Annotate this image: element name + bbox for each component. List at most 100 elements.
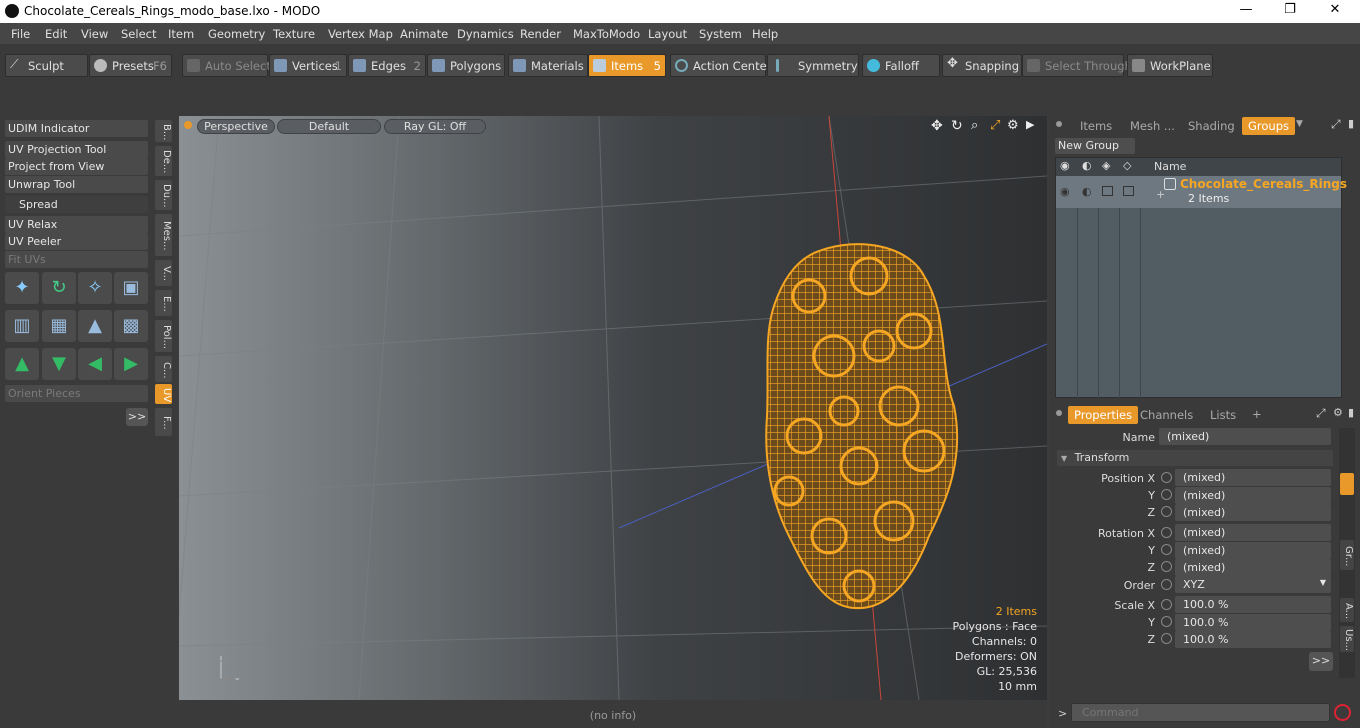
more-tools-button[interactable]: >> xyxy=(126,408,148,426)
rotation-z-key-icon[interactable] xyxy=(1161,561,1172,572)
orient-pieces-button[interactable]: Orient Pieces xyxy=(5,385,148,402)
rotate-view-icon[interactable]: ↻ xyxy=(951,118,963,134)
unwrap-tool-button[interactable]: Unwrap Tool xyxy=(5,176,148,193)
uv-transform-icon[interactable]: ✦ xyxy=(5,272,39,304)
align-up-icon[interactable]: ▲ xyxy=(5,348,39,380)
scale-x-field[interactable]: 100.0 % xyxy=(1175,596,1331,613)
visibility-eye-icon[interactable]: ◉ xyxy=(1060,185,1070,198)
tabs-dropdown-icon[interactable]: ▼ xyxy=(1296,119,1303,129)
auto-select-button[interactable]: Auto Select xyxy=(182,54,271,77)
side-tab-a[interactable]: A... xyxy=(1340,598,1354,622)
expand-plus-icon[interactable]: + xyxy=(1156,188,1165,201)
project-from-view-button[interactable]: Project from View xyxy=(5,158,148,175)
menu-animate[interactable]: Animate xyxy=(400,27,448,41)
scale-z-key-icon[interactable] xyxy=(1161,633,1172,644)
tab-channels[interactable]: Channels xyxy=(1140,408,1193,422)
order-dropdown[interactable]: XYZ ▼ xyxy=(1175,576,1331,593)
properties-gear-icon[interactable]: ⚙ xyxy=(1333,406,1343,419)
rotation-y-field[interactable]: (mixed) xyxy=(1175,542,1331,559)
transform-section[interactable]: ▼ Transform xyxy=(1057,450,1333,466)
menu-view[interactable]: View xyxy=(81,27,108,41)
shading-dropdown[interactable]: Default xyxy=(277,119,381,134)
tab-items[interactable]: Items xyxy=(1080,119,1112,133)
position-y-field[interactable]: (mixed) xyxy=(1175,487,1331,504)
tab-mesh[interactable]: Mesh ... xyxy=(1130,119,1175,133)
uv-projection-tool-button[interactable]: UV Projection Tool xyxy=(5,141,148,158)
lock-checkbox[interactable] xyxy=(1102,186,1113,196)
group-row[interactable]: ◉ ◐ + Chocolate_Cereals_Rings 2 Items xyxy=(1056,176,1347,208)
polygons-button[interactable]: Polygons xyxy=(427,54,505,77)
scale-y-field[interactable]: 100.0 % xyxy=(1175,614,1331,631)
vtab-v[interactable]: V... xyxy=(155,260,172,286)
select-checkbox[interactable] xyxy=(1123,186,1134,196)
rotation-x-key-icon[interactable] xyxy=(1161,527,1172,538)
uv-grid-icon[interactable]: ▦ xyxy=(42,310,76,342)
vtab-b[interactable]: B... xyxy=(155,120,172,142)
panel-collapse-icon[interactable]: ▮ xyxy=(1348,117,1354,130)
expand-arrow-icon[interactable]: ▶ xyxy=(1026,118,1034,131)
tab-groups[interactable]: Groups xyxy=(1242,117,1296,135)
render-toggle-icon[interactable]: ◐ xyxy=(1082,185,1092,198)
uv-cylinder-icon[interactable]: ▥ xyxy=(5,310,39,342)
align-left-icon[interactable]: ◀ xyxy=(78,348,112,380)
minimize-button[interactable]: — xyxy=(1231,2,1261,17)
vtab-f[interactable]: F... xyxy=(155,408,172,436)
position-z-field[interactable]: (mixed) xyxy=(1175,504,1331,521)
vtab-c[interactable]: C... xyxy=(155,356,172,382)
workplane-button[interactable]: WorkPlane xyxy=(1127,54,1213,77)
menu-help[interactable]: Help xyxy=(752,27,778,41)
vtab-uv[interactable]: UV xyxy=(155,384,172,404)
menu-texture[interactable]: Texture xyxy=(273,27,315,41)
rotation-z-field[interactable]: (mixed) xyxy=(1175,559,1331,576)
add-tab-button[interactable]: + xyxy=(1252,407,1262,421)
vtab-mes[interactable]: Mes... xyxy=(155,214,172,256)
raygl-toggle[interactable]: Ray GL: Off xyxy=(384,119,486,134)
spread-button[interactable]: Spread xyxy=(5,196,148,213)
pan-icon[interactable]: ✥ xyxy=(931,118,943,134)
groups-list[interactable]: ◉ ◐ ◈ ◇ Name ◉ ◐ + Chocolate_Cereals_Rin… xyxy=(1055,157,1347,398)
uv-relax-button[interactable]: UV Relax xyxy=(5,216,148,233)
menu-edit[interactable]: Edit xyxy=(45,27,67,41)
scale-z-field[interactable]: 100.0 % xyxy=(1175,631,1331,648)
udim-indicator-button[interactable]: UDIM Indicator xyxy=(5,120,148,137)
edges-button[interactable]: Edges 2 xyxy=(348,54,426,77)
position-x-field[interactable]: (mixed) xyxy=(1175,469,1331,486)
properties-more-button[interactable]: >> xyxy=(1309,652,1333,671)
side-tab-us[interactable]: Us... xyxy=(1340,626,1354,652)
rotation-x-field[interactable]: (mixed) xyxy=(1175,524,1331,541)
menu-layout[interactable]: Layout xyxy=(648,27,687,41)
uv-rotate-icon[interactable]: ↻ xyxy=(42,272,76,304)
view-type-dropdown[interactable]: Perspective xyxy=(197,119,275,134)
side-tab-groups[interactable]: Gr... xyxy=(1340,540,1354,570)
uv-box-icon[interactable]: ▣ xyxy=(114,272,148,304)
menu-maxtomodo[interactable]: MaxToModo xyxy=(573,27,640,41)
menu-dynamics[interactable]: Dynamics xyxy=(457,27,514,41)
tab-properties[interactable]: Properties xyxy=(1068,406,1139,424)
tab-lists[interactable]: Lists xyxy=(1210,408,1236,422)
uv-scale-icon[interactable]: ✧ xyxy=(78,272,112,304)
symmetry-button[interactable]: Symmetry xyxy=(767,54,859,77)
snapping-button[interactable]: ✥ Snapping xyxy=(942,54,1022,77)
properties-menu-icon[interactable] xyxy=(1056,410,1062,416)
maximize-button[interactable]: ❐ xyxy=(1275,2,1305,17)
properties-collapse-icon[interactable]: ▮ xyxy=(1348,406,1354,419)
uv-cube-icon[interactable]: ▩ xyxy=(114,310,148,342)
maximize-panel-icon[interactable]: ⤢ xyxy=(1331,117,1341,132)
name-field[interactable]: (mixed) xyxy=(1159,428,1331,445)
position-z-key-icon[interactable] xyxy=(1161,506,1172,517)
viewport-menu-icon[interactable] xyxy=(184,121,192,129)
vtab-pol[interactable]: Pol... xyxy=(155,320,172,352)
gear-icon[interactable]: ⚙ xyxy=(1007,118,1019,133)
align-down-icon[interactable]: ▼ xyxy=(42,348,76,380)
new-group-button[interactable]: New Group xyxy=(1055,138,1135,154)
menu-select[interactable]: Select xyxy=(121,27,156,41)
side-tab-active[interactable] xyxy=(1340,473,1354,495)
menu-vertex-map[interactable]: Vertex Map xyxy=(328,27,393,41)
record-icon[interactable] xyxy=(1334,704,1351,721)
uv-plane-icon[interactable]: ▲ xyxy=(78,310,112,342)
action-center-button[interactable]: Action Center xyxy=(670,54,771,77)
uv-peeler-button[interactable]: UV Peeler xyxy=(5,233,148,250)
fit-view-icon[interactable]: ⤢ xyxy=(990,118,1000,133)
items-button[interactable]: Items 5 xyxy=(588,54,666,77)
menu-render[interactable]: Render xyxy=(520,27,561,41)
